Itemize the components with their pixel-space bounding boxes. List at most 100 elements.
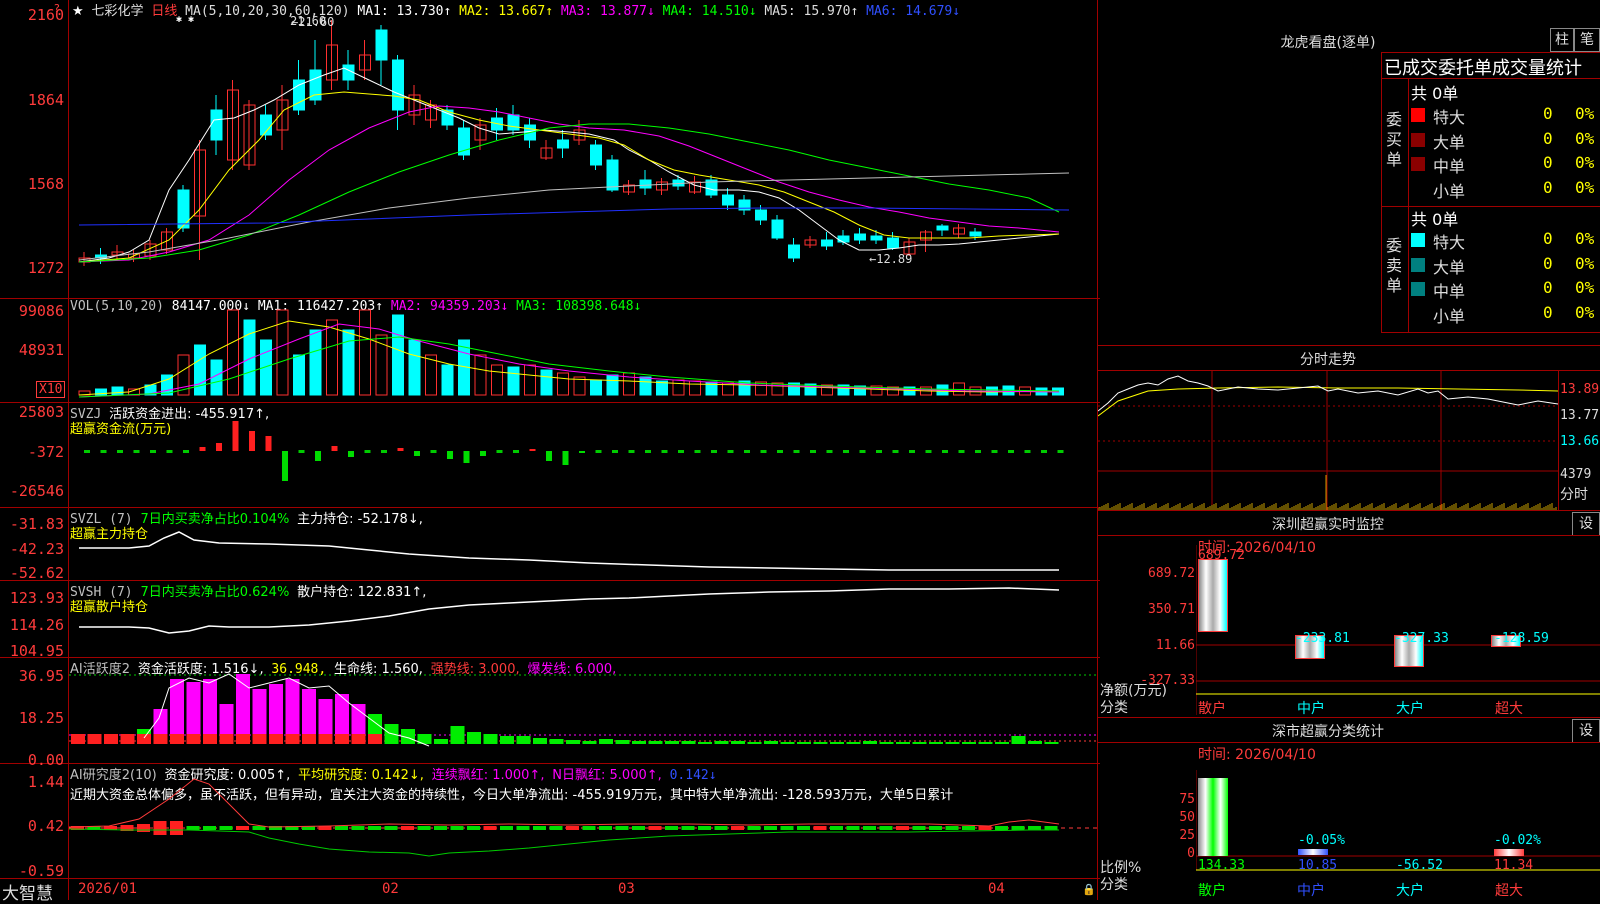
research-bar [582,826,596,830]
svsh-chart[interactable] [69,581,1097,657]
research-bar [962,826,975,830]
monitor-bar[interactable] [1198,559,1228,632]
flow-bar [1041,450,1047,453]
monitor-settings-button[interactable]: 设 [1572,512,1600,536]
dragon-tabs[interactable]: 已成交委托单成交量统计 [1384,54,1600,80]
flow-bar [661,450,668,453]
order-row: 中单 0 0% [1411,153,1600,178]
flow-bar [166,450,173,453]
activity-bar [962,742,976,744]
flow-bar [628,450,635,453]
ai2-chart[interactable] [69,764,1097,878]
research-bar [912,826,926,830]
research-bar [995,826,1008,830]
candle [969,231,982,237]
flow-bar [826,450,833,453]
svzl-chart[interactable] [69,508,1097,580]
svsh-axis-label: 123.93 [9,589,64,607]
activity-bar [846,742,861,744]
flow-bar [298,450,305,453]
research-bar [879,826,893,830]
flow-bar [727,450,734,453]
activity-bar [995,742,1009,744]
ai1-chart[interactable] [69,658,1097,763]
high-label: 21.60 [290,14,327,28]
monitor-axis-label: 350.71 [1148,602,1195,617]
flow-bar [496,450,503,453]
order-type: 小单 [1433,306,1466,326]
research-bar [434,826,447,830]
color-swatch [1411,282,1425,296]
question-icon[interactable]: ? [54,2,60,15]
activity-bar [879,742,894,744]
order-row: 小单 0 0% [1411,178,1600,203]
research-bar [764,826,777,830]
volume-bar [507,366,520,396]
order-row: 中单 0 0% [1411,278,1600,303]
ai2-axis-label: -0.59 [18,862,64,880]
candle [210,109,223,141]
svzj-chart[interactable] [69,403,1097,507]
activity-bar [764,741,778,744]
flow-bar [265,436,272,451]
candle [755,209,767,221]
activity-bar [714,741,729,744]
research-bar [615,826,629,830]
research-bar [813,826,827,830]
vol-axis-label: 48931 [18,341,64,359]
classify-category: 超大 [1495,883,1523,899]
chart-area[interactable]: 2160 1864 1568 1272 ? ★ 七彩化学 日线 MA(5,10,… [0,0,1100,904]
flow-bar [364,450,371,453]
volume-chart[interactable] [69,299,1097,402]
tick-mode-button[interactable]: 笔 [1574,28,1600,52]
vol-axis-label: 99086 [18,302,64,320]
research-bar [566,826,579,830]
classify-axis-label: 25 [1179,828,1195,843]
brand-logo[interactable]: 大智慧 [2,879,53,904]
classify-bar[interactable] [1198,778,1228,856]
order-row: 大单 0 0% [1411,254,1600,279]
monitor-category: 散户 [1198,701,1226,717]
ai1-axis-label: 18.25 [18,709,64,727]
flow-bar [480,451,486,456]
activity-bar [929,742,943,744]
research-bar [236,826,249,830]
buy-total: 共 0单 [1411,84,1459,103]
flow-bar [414,451,420,456]
order-type: 大单 [1433,257,1466,277]
activity-bar [648,741,663,744]
flow-bar [381,450,387,453]
activity-bar [516,736,531,744]
flow-bar [793,450,800,453]
monitor-chart[interactable] [1196,545,1600,715]
activity-base-bar [153,734,168,744]
candlestick-chart[interactable]: ←21.60 [69,0,1097,298]
flow-bar [331,446,338,451]
color-swatch [1411,108,1425,122]
classify-settings-button[interactable]: 设 [1572,719,1600,743]
monitor-axis-label: 689.72 [1148,566,1195,581]
flow-bar [925,450,932,453]
classify-bar[interactable] [1494,849,1524,856]
bar-mode-button[interactable]: 柱 [1550,28,1574,52]
minute-chart[interactable] [1098,371,1558,510]
lock-icon[interactable]: 🔒 [1082,883,1096,896]
research-bar [467,826,480,830]
side-panel: 龙虎看盘(逐单) 柱 笔 已成交委托单成交量统计 共 0单 委买单 特大 0 0% 大… [1098,0,1600,900]
candle [837,235,850,243]
activity-bar [450,726,465,744]
classify-bar[interactable] [1298,849,1328,855]
order-value: 0 [1543,253,1553,273]
volume-bar [672,379,685,396]
activity-bar [863,741,877,744]
minute-title: 分时走势 [1300,352,1356,368]
monitor-axis-label: 11.66 [1155,638,1195,653]
activity-base-bar [186,734,201,744]
research-bar [978,826,992,830]
volume-bar [309,329,322,396]
activity-bar [665,741,679,744]
research-bar [203,826,216,830]
monitor-value: -233.81 [1295,631,1350,646]
minute-vol-label: 4379 [1560,467,1592,482]
research-bar [846,826,860,830]
